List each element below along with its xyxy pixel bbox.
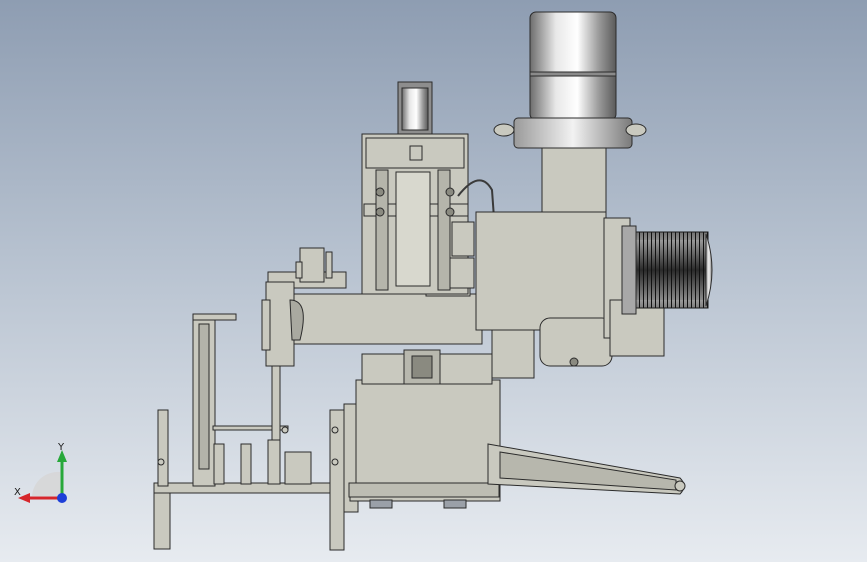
support-frame [153,313,359,551]
ball-screw-frame [361,133,495,295]
z-axis-dot [57,493,67,503]
triad-plane [32,471,60,496]
y-axis-label: Y [57,442,65,453]
side-motor [621,225,713,315]
pivot-arm [487,443,686,495]
gear-motor [493,11,647,149]
cad-viewport[interactable]: Y X [0,0,867,562]
servo-motor [397,81,433,137]
x-axis-label: X [14,487,21,498]
axis-triad: Y X [14,442,67,503]
machine-model[interactable] [0,0,867,562]
